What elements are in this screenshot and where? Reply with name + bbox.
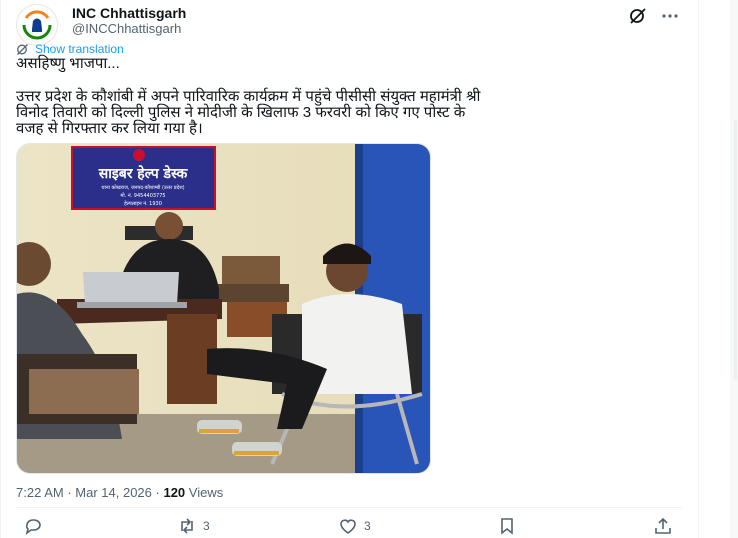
reply-button[interactable] xyxy=(23,516,43,536)
police-emblem-icon xyxy=(133,149,145,161)
timeline-right-border xyxy=(698,0,699,538)
show-translation-button[interactable]: Show translation xyxy=(16,42,124,56)
photo-scene: साइबर हेल्प डेस्क थाना कोखराज, जनपद-कौशा… xyxy=(17,144,430,473)
show-translation-label: Show translation xyxy=(35,42,124,56)
heart-icon xyxy=(340,519,356,534)
tweet-time[interactable]: 7:22 AM xyxy=(16,485,64,500)
sign-title: साइबर हेल्प डेस्क xyxy=(98,165,189,182)
views-count: 120 xyxy=(163,485,186,500)
sign-line: थाना कोखराज, जनपद-कौशाम्बी (उत्तर प्रदेश… xyxy=(101,184,184,191)
repost-button[interactable]: 3 xyxy=(177,516,210,536)
timeline-left-border xyxy=(0,0,1,538)
scrollbar[interactable] xyxy=(734,120,737,380)
tweet-text-line: वजह से गिरफ्तार कर लिया गया है। xyxy=(16,120,203,137)
reply-icon xyxy=(25,519,41,535)
tweet-date[interactable]: Mar 14, 2026 xyxy=(75,485,152,500)
congress-logo-icon xyxy=(22,10,52,40)
tweet-photo[interactable]: साइबर हेल्प डेस्क थाना कोखराज, जनपद-कौशा… xyxy=(16,143,431,474)
avatar[interactable] xyxy=(16,4,58,46)
bookmark-button[interactable] xyxy=(497,516,517,536)
like-button[interactable]: 3 xyxy=(338,516,371,536)
author-handle[interactable]: @INCChhattisgarh xyxy=(72,21,181,36)
more-options-icon[interactable] xyxy=(660,6,680,26)
views-label: Views xyxy=(188,485,224,500)
repost-count: 3 xyxy=(203,519,210,533)
share-icon xyxy=(655,517,671,534)
sign-line: हेल्पलाइन नं. 1930 xyxy=(124,200,162,207)
repost-icon xyxy=(181,518,193,534)
share-button[interactable] xyxy=(653,516,673,536)
tweet-meta: 7:22 AM · Mar 14, 2026 · 120 Views xyxy=(16,485,223,500)
tweet-text-line: असहिष्णु भाजपा... xyxy=(16,55,120,72)
translate-icon xyxy=(17,43,28,55)
divider xyxy=(16,507,682,508)
sign-line: मो. नं. 9454403775 xyxy=(120,192,165,199)
grok-icon[interactable] xyxy=(628,6,648,26)
right-panel xyxy=(730,0,738,538)
bookmark-icon xyxy=(501,518,513,535)
author-name[interactable]: INC Chhattisgarh xyxy=(72,5,186,21)
like-count: 3 xyxy=(364,519,371,533)
